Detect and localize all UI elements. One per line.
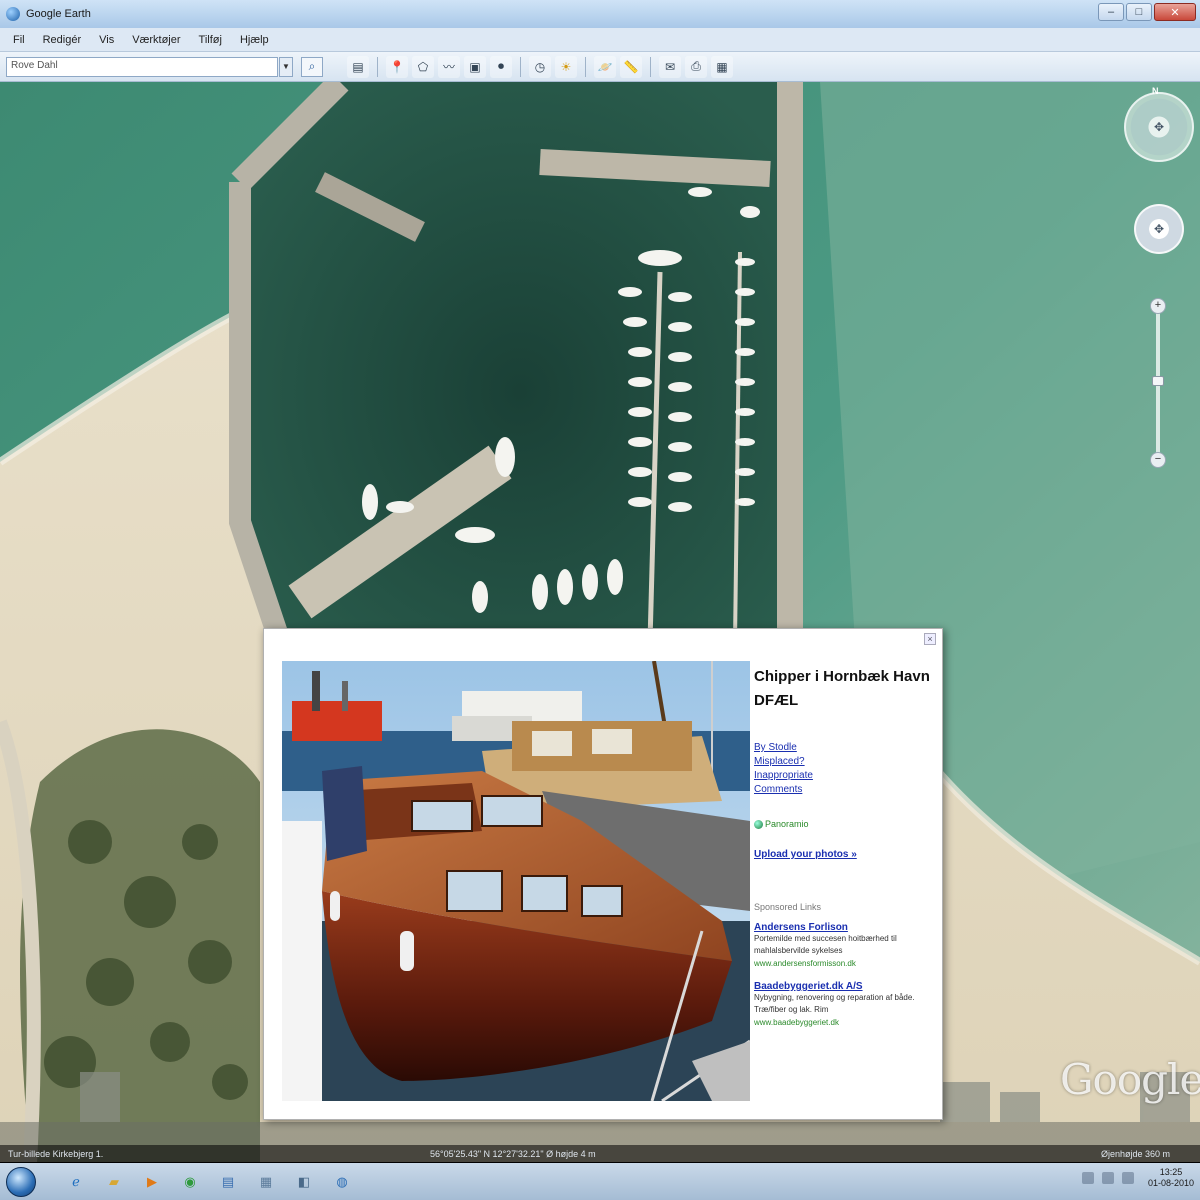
photo-links: By Stodle Misplaced? Inappropriate Comme…: [754, 741, 934, 797]
compass-ring[interactable]: ✥: [1124, 92, 1194, 162]
toolbar-separator: [650, 56, 651, 77]
menu-bar: Fil Redigér Vis Værktøjer Tilføj Hjælp: [0, 28, 1200, 52]
ruler-icon[interactable]: 📏: [620, 55, 642, 78]
maps-icon[interactable]: ▦: [711, 55, 733, 78]
taskbar: ℯ ▰ ▶ ◉ ▤ ▦ ◧ ◍ 13:25 01-08-2010: [0, 1163, 1200, 1200]
north-pier: [539, 149, 771, 187]
start-button[interactable]: [6, 1166, 36, 1197]
hand-icon: ✥: [1153, 120, 1165, 134]
ad-title-2[interactable]: Baadebyggeriet.dk A/S: [754, 981, 934, 992]
close-icon: ×: [927, 634, 933, 644]
search-icon: ⌕: [308, 59, 316, 73]
status-eye-altitude: Øjenhøjde 360 m: [1100, 1149, 1170, 1159]
upload-photos-link[interactable]: Upload your photos »: [754, 849, 934, 860]
history-icon[interactable]: ◷: [529, 55, 551, 78]
google-logo: Google: [1060, 1055, 1200, 1104]
ad-text-1: Portemilde med succesen hoitbærhed til m…: [754, 934, 897, 955]
menu-help[interactable]: Hjælp: [231, 34, 278, 46]
media-player-icon[interactable]: ▶: [140, 1170, 164, 1194]
toolbar: Rove Dahl ▼ ⌕ ▤ 📍 ⬠ 〰 ▣ ⏺ ◷ ☀ 🪐 📏 ✉ ⎙ ▦: [0, 52, 1200, 82]
misplaced-link[interactable]: Misplaced?: [754, 755, 934, 769]
search-dropdown-button[interactable]: ▼: [279, 56, 293, 77]
clock-time: 13:25: [1159, 1167, 1183, 1177]
folder-icon[interactable]: ▰: [102, 1170, 126, 1194]
boat-photo[interactable]: [282, 661, 750, 1101]
network-icon[interactable]: [1081, 1172, 1094, 1184]
taskbar-apps: ℯ ▰ ▶ ◉ ▤ ▦ ◧ ◍: [64, 1170, 354, 1194]
record-tour-icon[interactable]: ⏺: [490, 55, 512, 78]
polygon-icon[interactable]: ⬠: [412, 55, 434, 78]
balloon-close-button[interactable]: ×: [924, 633, 936, 645]
title-bar: Google Earth – □ ✕: [0, 0, 1200, 28]
minimize-button[interactable]: –: [1098, 3, 1124, 21]
overlay-icon[interactable]: ▣: [464, 55, 486, 78]
clock[interactable]: 13:25 01-08-2010: [1148, 1167, 1194, 1189]
zoom-in-button[interactable]: +: [1150, 298, 1166, 314]
planets-icon[interactable]: 🪐: [594, 55, 616, 78]
ie-icon[interactable]: ℯ: [64, 1170, 88, 1194]
search-button[interactable]: ⌕: [301, 56, 323, 77]
info-balloon: × Chipper i Hornbæk Havn DFÆL By Stodle …: [263, 628, 943, 1120]
globe-icon[interactable]: ◍: [330, 1170, 354, 1194]
menu-add[interactable]: Tilføj: [190, 34, 231, 46]
ad-url-1[interactable]: www.andersensformisson.dk: [754, 957, 934, 971]
status-coordinates: 56°05'25.43" N 12°27'32.21" Ø højde 4 m: [430, 1149, 596, 1159]
maximize-button[interactable]: □: [1126, 3, 1152, 21]
system-tray: 13:25 01-08-2010: [1081, 1167, 1194, 1189]
sponsored-links-heading: Sponsored Links: [754, 902, 822, 912]
flag-icon[interactable]: [1121, 1172, 1134, 1184]
zoom-handle[interactable]: [1152, 376, 1164, 386]
email-icon[interactable]: ✉: [659, 55, 681, 78]
placemark-icon[interactable]: 📍: [386, 55, 408, 78]
app-icon[interactable]: ◧: [292, 1170, 316, 1194]
chevron-down-icon: ▼: [282, 62, 290, 71]
move-arrows-icon: ✥: [1153, 222, 1165, 236]
path-icon[interactable]: 〰: [438, 55, 460, 78]
close-button[interactable]: ✕: [1154, 3, 1196, 21]
zoom-out-button[interactable]: −: [1150, 452, 1166, 468]
boat-photo-image: [282, 661, 750, 1101]
toolbar-separator: [585, 56, 586, 77]
sun-icon[interactable]: ☀: [555, 55, 577, 78]
look-joystick[interactable]: ✥: [1134, 204, 1184, 254]
ad-url-2[interactable]: www.baadebyggeriet.dk: [754, 1016, 934, 1030]
status-imagery: Tur-billede Kirkebjerg 1.: [8, 1149, 104, 1159]
photo-icon[interactable]: ▦: [254, 1170, 278, 1194]
author-link[interactable]: By Stodle: [754, 741, 934, 755]
panoramio-label: Panoramio: [765, 819, 809, 829]
status-bar: Tur-billede Kirkebjerg 1. 56°05'25.43" N…: [0, 1145, 1200, 1163]
toolbar-separator: [377, 56, 378, 77]
volume-icon[interactable]: [1101, 1172, 1114, 1184]
ad-text-2: Nybygning, renovering og reparation af b…: [754, 993, 915, 1014]
clock-date: 01-08-2010: [1147, 1178, 1194, 1188]
zoom-slider[interactable]: + −: [1150, 298, 1166, 468]
menu-tools[interactable]: Værktøjer: [123, 34, 189, 46]
search-input[interactable]: Rove Dahl: [6, 56, 278, 77]
panoramio-globe-icon: [754, 819, 763, 829]
menu-file[interactable]: Fil: [4, 34, 34, 46]
menu-view[interactable]: Vis: [90, 34, 123, 46]
sidebar-icon[interactable]: ▤: [347, 55, 369, 78]
window-controls: – □ ✕: [1098, 3, 1196, 21]
panoramio-badge[interactable]: Panoramio: [754, 819, 934, 829]
print-icon[interactable]: ⎙: [685, 55, 707, 78]
window-title: Google Earth: [26, 8, 91, 20]
menu-edit[interactable]: Redigér: [34, 34, 91, 46]
toolbar-icons: ▤ 📍 ⬠ 〰 ▣ ⏺ ◷ ☀ 🪐 📏 ✉ ⎙ ▦: [347, 55, 733, 78]
chrome-icon[interactable]: ◉: [178, 1170, 202, 1194]
google-earth-icon: [6, 7, 20, 21]
balloon-info: Chipper i Hornbæk Havn DFÆL By Stodle Mi…: [754, 665, 934, 1030]
inappropriate-link[interactable]: Inappropriate: [754, 769, 934, 783]
comments-link[interactable]: Comments: [754, 783, 934, 797]
balloon-title: Chipper i Hornbæk Havn DFÆL: [754, 668, 930, 709]
ad-title-1[interactable]: Andersens Forlison: [754, 922, 934, 933]
toolbar-separator: [520, 56, 521, 77]
explorer-icon[interactable]: ▤: [216, 1170, 240, 1194]
